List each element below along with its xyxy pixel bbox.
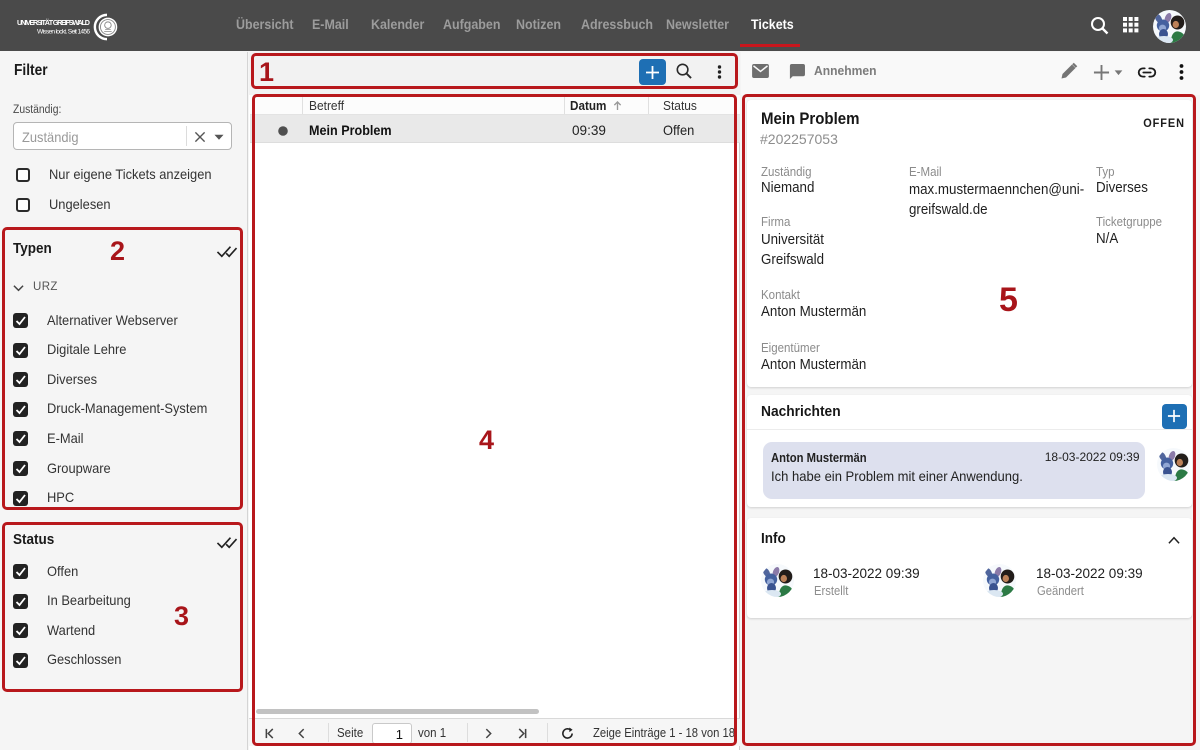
svg-text:Wissen lockt. Seit 1456: Wissen lockt. Seit 1456 <box>37 29 90 36</box>
svg-text:UNIVERSITÄT GREIFSWALD: UNIVERSITÄT GREIFSWALD <box>17 18 90 27</box>
